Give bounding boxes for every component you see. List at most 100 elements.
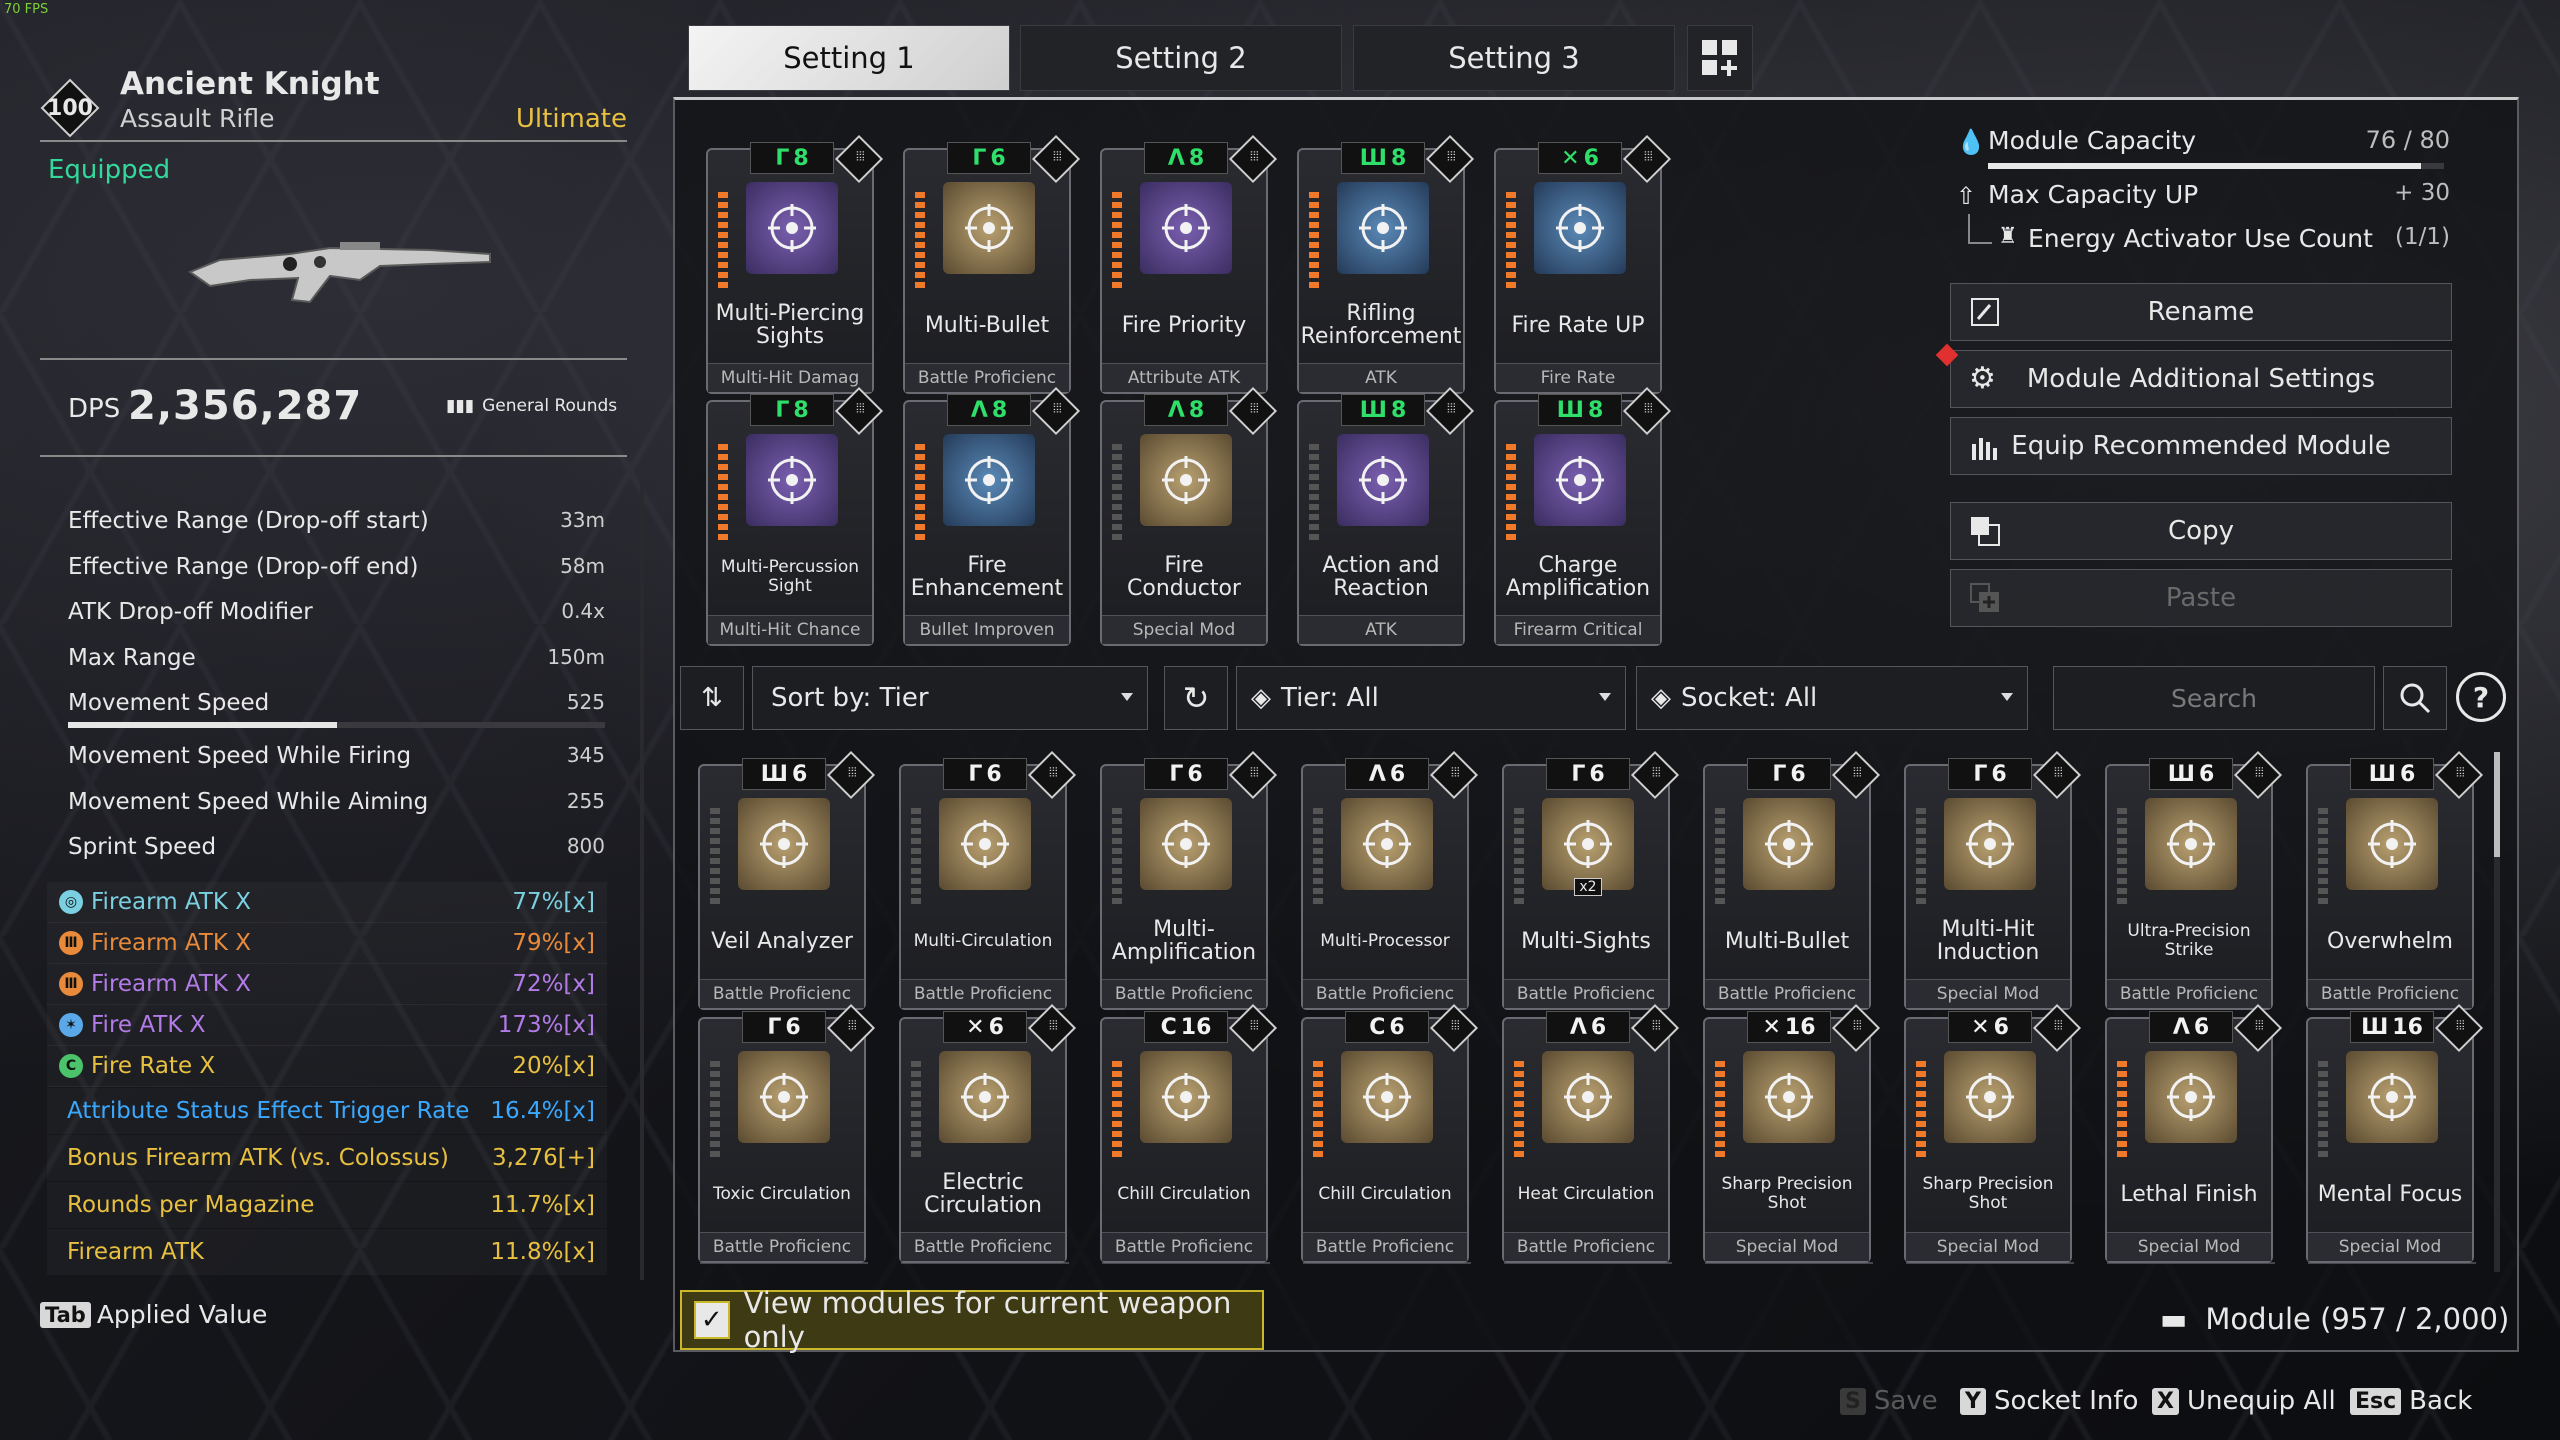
equipped-module-card[interactable]: Ш 8 ⦙⦙⦙ Rifling Reinforcement ATK xyxy=(1297,134,1475,394)
hint-save[interactable]: S Save xyxy=(1840,1386,1938,1416)
module-tier-badge: Ш6 xyxy=(742,758,826,790)
tier-icon: Γ xyxy=(1571,761,1586,787)
module-name: Veil Analyzer xyxy=(711,928,853,954)
stat-label: Max Range xyxy=(68,645,196,671)
weapon-image xyxy=(180,220,500,320)
scroll-thumb[interactable] xyxy=(2494,752,2500,857)
capacity-drop-icon: 💧 xyxy=(1956,128,1986,156)
module-card[interactable]: Γ 6 ⦙⦙⦙ Multi-Hit Induction Special Mod xyxy=(1904,750,2082,1010)
module-art-icon xyxy=(1534,434,1626,526)
module-cost: 16 xyxy=(1180,1014,1212,1040)
module-card[interactable]: Λ 6 ⦙⦙⦙ Multi-Processor Battle Proficienc xyxy=(1301,750,1479,1010)
equipped-module-card[interactable]: Γ 6 ⦙⦙⦙ Multi-Bullet Battle Proficienc xyxy=(903,134,1081,394)
add-setting-button[interactable] xyxy=(1687,25,1753,91)
applied-value-toggle[interactable]: Tab Applied Value xyxy=(40,1300,267,1329)
equip-recommended-button[interactable]: Equip Recommended Module xyxy=(1950,417,2452,475)
equipped-module-card[interactable]: Γ 8 ⦙⦙⦙ Multi-Percussion Sight Multi-Hit Cha… xyxy=(706,386,884,646)
module-art-icon xyxy=(1341,1051,1433,1143)
stat-value: 255 xyxy=(566,789,605,813)
hint-unequip-all[interactable]: X Unequip All xyxy=(2152,1386,2336,1416)
hint-socket-info[interactable]: Y Socket Info xyxy=(1960,1386,2138,1416)
module-name: Multi-Circulation xyxy=(913,930,1053,951)
equipped-module-card[interactable]: Ш 8 ⦙⦙⦙ Charge Amplification Firearm Critica… xyxy=(1494,386,1672,646)
equipped-module-card[interactable]: Λ 8 ⦙⦙⦙ Fire Conductor Special Mod xyxy=(1100,386,1278,646)
equipped-module-card[interactable]: ✕ 6 ⦙⦙⦙ Fire Rate UP Fire Rate xyxy=(1494,134,1672,394)
module-cost: 8 xyxy=(1390,397,1407,423)
search-input[interactable]: Search xyxy=(2053,666,2375,730)
module-card[interactable]: ✕ 6 ⦙⦙⦙ Sharp Precision Shot Special Mod xyxy=(1904,1003,2082,1263)
module-card[interactable]: Λ 6 ⦙⦙⦙ Heat Circulation Battle Proficienc xyxy=(1502,1003,1680,1263)
hint-back[interactable]: Esc Back xyxy=(2350,1386,2472,1416)
module-card[interactable]: C 16 ⦙⦙⦙ Chill Circulation Battle Proficienc xyxy=(1100,1003,1278,1263)
module-card[interactable]: Ш 6 ⦙⦙⦙ Overwhelm Battle Proficienc xyxy=(2306,750,2484,1010)
module-card[interactable]: Λ 6 ⦙⦙⦙ Lethal Finish Special Mod xyxy=(2105,1003,2283,1263)
module-card[interactable]: Ш 16 ⦙⦙⦙ Mental Focus Special Mod xyxy=(2306,1003,2484,1263)
module-art-icon xyxy=(1341,798,1433,890)
module-tier-badge: ✕ 16 xyxy=(1747,1011,1831,1043)
module-card[interactable]: Γ 6 ⦙⦙⦙ x2 Multi-Sights Battle Proficienc xyxy=(1502,750,1680,1010)
module-card[interactable]: Γ 6 ⦙⦙⦙ Multi-Circulation Battle Proficienc xyxy=(899,750,1077,1010)
module-name: Fire Priority xyxy=(1121,312,1247,338)
tab-setting-1[interactable]: Setting 1 xyxy=(688,25,1010,91)
copy-button[interactable]: Copy xyxy=(1950,502,2452,560)
tier-icon: Ш xyxy=(2361,1014,2389,1040)
sort-order-button[interactable]: ⇅ xyxy=(680,666,744,730)
module-art-icon xyxy=(1944,798,2036,890)
module-category: Battle Proficienc xyxy=(1303,979,1467,1008)
module-level-stripe xyxy=(718,444,728,544)
module-card[interactable]: Γ 6 ⦙⦙⦙ Toxic Circulation Battle Proficienc xyxy=(698,1003,876,1263)
rename-button[interactable]: Rename xyxy=(1950,283,2452,341)
search-button[interactable] xyxy=(2383,666,2447,730)
tier-icon: ✕ xyxy=(1762,1014,1781,1040)
sort-dropdown[interactable]: Sort by: Tier xyxy=(752,666,1148,730)
module-name: Fire Enhancement xyxy=(910,553,1064,601)
module-card[interactable]: Γ 6 ⦙⦙⦙ Multi-Amplification Battle Proficien… xyxy=(1100,750,1278,1010)
module-card[interactable]: Γ 6 ⦙⦙⦙ Multi-Bullet Battle Proficienc xyxy=(1703,750,1881,1010)
equipped-module-card[interactable]: Λ 8 ⦙⦙⦙ Fire Priority Attribute ATK xyxy=(1100,134,1278,394)
applied-value-label: Applied Value xyxy=(96,1300,268,1329)
tier-icon: Γ xyxy=(775,397,790,423)
socket-dropdown[interactable]: ◈ Socket: All xyxy=(1636,666,2028,730)
module-name: Multi-Hit Induction xyxy=(1936,917,2040,965)
cyan-circle-icon: ◎ xyxy=(59,890,83,914)
module-card[interactable]: Ш 6 ⦙⦙⦙ Veil Analyzer Battle Proficienc xyxy=(698,750,876,1010)
equipped-module-card[interactable]: Ш 8 ⦙⦙⦙ Action and Reaction ATK xyxy=(1297,386,1475,646)
paste-button[interactable]: Paste xyxy=(1950,569,2452,627)
module-tier-badge: C6 xyxy=(1345,1011,1429,1043)
view-current-weapon-toggle[interactable]: ✓ View modules for current weapon only xyxy=(680,1286,1264,1354)
module-card[interactable]: ✕ 6 ⦙⦙⦙ Electric Circulation Battle Proficie… xyxy=(899,1003,1077,1263)
module-level-stripe xyxy=(1112,808,1122,908)
module-art-icon xyxy=(1542,1051,1634,1143)
module-card[interactable]: C 6 ⦙⦙⦙ Chill Circulation Battle Proficienc xyxy=(1301,1003,1479,1263)
module-additional-settings-button[interactable]: ⚙ Module Additional Settings xyxy=(1935,343,2452,408)
bonus-label: Attribute Status Effect Trigger Rate xyxy=(67,1098,470,1124)
copy-label: Copy xyxy=(2168,516,2234,546)
module-card[interactable]: Ш 6 ⦙⦙⦙ Ultra-Precision Strike Battle Profic… xyxy=(2105,750,2283,1010)
bonus-label: Rounds per Magazine xyxy=(67,1192,315,1218)
tier-icon: Γ xyxy=(767,1014,782,1040)
stat-row: Effective Range (Drop-off end) 58m xyxy=(68,554,605,580)
equipped-module-card[interactable]: Γ 8 ⦙⦙⦙ Multi-Piercing Sights Multi-Hit Dama… xyxy=(706,134,884,394)
tier-icon: Ш xyxy=(1359,397,1387,423)
tab-setting-3[interactable]: Setting 3 xyxy=(1353,25,1675,91)
module-art-icon xyxy=(738,798,830,890)
module-art-icon xyxy=(943,182,1035,274)
module-cost: 6 xyxy=(1991,761,2007,787)
effect-value: 77%[x] xyxy=(512,889,595,915)
module-cost: 6 xyxy=(2198,761,2215,787)
equipped-module-card[interactable]: Λ 8 ⦙⦙⦙ Fire Enhancement Bullet Improven xyxy=(903,386,1081,646)
module-level-stripe xyxy=(915,192,925,292)
module-category: Fire Rate xyxy=(1496,363,1660,392)
module-tier-badge: Ш8 xyxy=(1341,142,1425,174)
reset-filter-button[interactable]: ↻ xyxy=(1164,666,1228,730)
help-button[interactable]: ? xyxy=(2456,672,2506,722)
module-card[interactable]: ✕ 16 ⦙⦙⦙ Sharp Precision Shot Special Mod xyxy=(1703,1003,1881,1263)
module-name: Multi-Percussion Sight xyxy=(720,557,860,596)
tier-icon: Λ xyxy=(1167,145,1185,171)
inventory-scrollbar[interactable] xyxy=(2494,752,2500,1272)
weapon-level-badge: 100 xyxy=(40,78,100,138)
stats-scrollbar[interactable] xyxy=(640,480,644,1280)
module-level-stripe xyxy=(1715,1061,1725,1161)
tier-dropdown[interactable]: ◈ Tier: All xyxy=(1236,666,1626,730)
tab-setting-2[interactable]: Setting 2 xyxy=(1020,25,1342,91)
